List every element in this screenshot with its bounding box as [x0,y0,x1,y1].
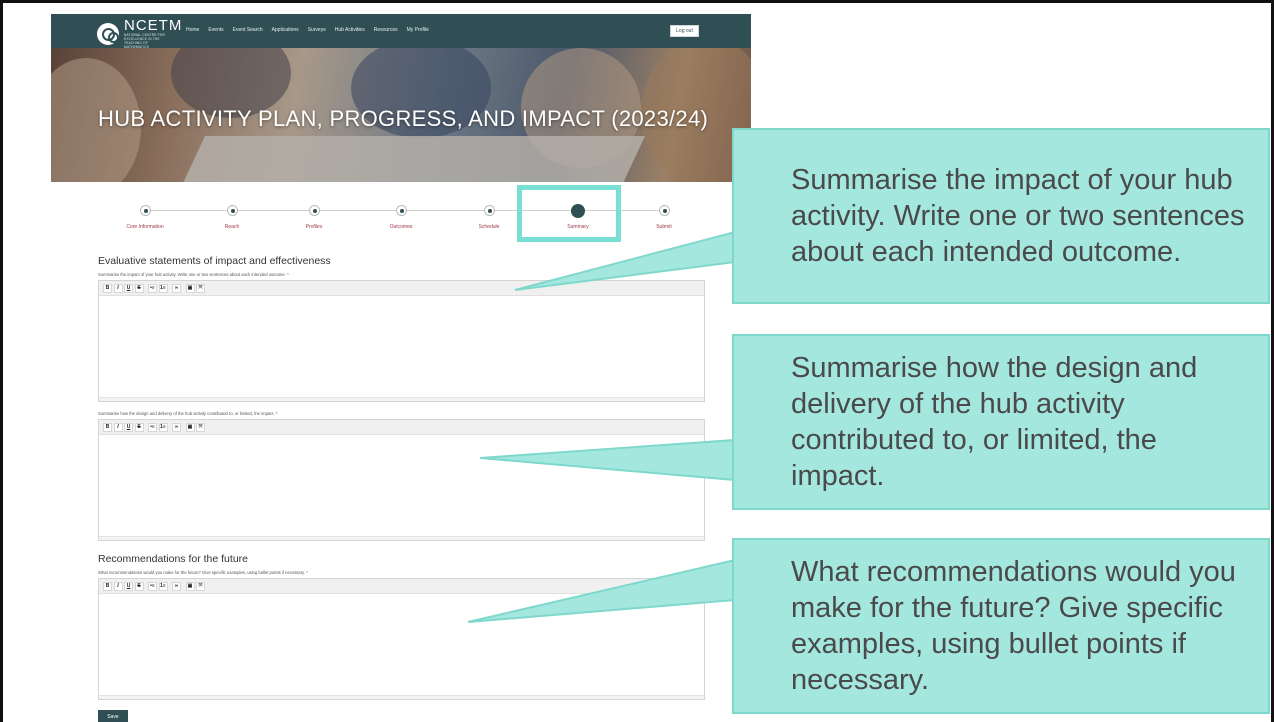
step-reach[interactable]: Reach [197,202,267,230]
step-dot-icon [658,205,670,216]
callout-impact: Summarise the impact of your hub activit… [732,128,1270,304]
step-dot-icon [139,205,151,216]
nav-link-surveys[interactable]: Surveys [308,27,326,33]
recommendations-editor[interactable]: B I U S •≡ 1≡ ∞ ▣ ⤧ [98,578,705,700]
callout-design-delivery: Summarise how the design and delivery of… [732,334,1270,510]
bold-icon[interactable]: B [103,422,112,432]
step-profiles[interactable]: Profiles [279,202,349,230]
italic-icon[interactable]: I [113,422,123,432]
ncetm-page: NCETM NATIONAL CENTRE FOR EXCELLENCE IN … [51,14,751,722]
design-editor[interactable]: B I U S •≡ 1≡ ∞ ▣ ⤧ [98,419,705,541]
bullet-list-icon[interactable]: •≡ [148,422,157,432]
document-icon[interactable]: ▣ [185,283,195,293]
impact-field-label: Summarise the impact of your hub activit… [98,272,289,277]
nav-link-hub-activities[interactable]: Hub Activities [335,27,365,33]
resize-handle[interactable] [99,397,704,401]
bold-icon[interactable]: B [103,581,112,591]
underline-icon[interactable]: U [124,283,133,293]
strikethrough-icon[interactable]: S [134,581,144,591]
expand-icon[interactable]: ⤧ [196,422,205,432]
step-dot-icon [308,205,320,216]
hero-banner: HUB ACTIVITY PLAN, PROGRESS, AND IMPACT … [51,48,751,182]
underline-icon[interactable]: U [124,422,133,432]
nav-link-applications[interactable]: Applications [272,27,299,33]
top-navigation: NCETM NATIONAL CENTRE FOR EXCELLENCE IN … [51,14,751,49]
document-icon[interactable]: ▣ [185,581,195,591]
bullet-list-icon[interactable]: •≡ [148,283,157,293]
nav-link-my-profile[interactable]: My Profile [407,27,429,33]
nav-link-events[interactable]: Events [208,27,223,33]
step-dot-icon [226,205,238,216]
strikethrough-icon[interactable]: S [134,283,144,293]
page-title: HUB ACTIVITY PLAN, PROGRESS, AND IMPACT … [98,106,709,131]
evaluative-heading: Evaluative statements of impact and effe… [98,255,331,267]
resize-handle[interactable] [99,536,704,540]
numbered-list-icon[interactable]: 1≡ [158,422,168,432]
summary-step-highlight [517,185,621,242]
recommendations-heading: Recommendations for the future [98,553,248,565]
nav-link-event-search[interactable]: Event Search [233,27,263,33]
nav-links: Home Events Event Search Applications Su… [186,27,438,33]
logo-icon [97,22,119,45]
bold-icon[interactable]: B [103,283,112,293]
editor-toolbar: B I U S •≡ 1≡ ∞ ▣ ⤧ [99,579,704,594]
step-schedule[interactable]: Schedule [454,202,524,230]
logo-name: NCETM [124,17,183,34]
expand-icon[interactable]: ⤧ [196,581,205,591]
step-core-information[interactable]: Core Information [110,202,180,230]
numbered-list-icon[interactable]: 1≡ [158,283,168,293]
expand-icon[interactable]: ⤧ [196,283,205,293]
link-icon[interactable]: ∞ [172,283,181,293]
bullet-list-icon[interactable]: •≡ [148,581,157,591]
step-submit[interactable]: Submit [629,202,699,230]
strikethrough-icon[interactable]: S [134,422,144,432]
impact-editor[interactable]: B I U S •≡ 1≡ ∞ ▣ ⤧ [98,280,705,402]
step-dot-icon [483,205,495,216]
link-icon[interactable]: ∞ [172,581,181,591]
progress-steps: Core Information Reach Profiles Outcomes… [51,202,751,242]
step-outcomes[interactable]: Outcomes [366,202,436,230]
resize-handle[interactable] [99,695,704,699]
editor-toolbar: B I U S •≡ 1≡ ∞ ▣ ⤧ [99,420,704,435]
italic-icon[interactable]: I [113,283,123,293]
nav-link-resources[interactable]: Resources [374,27,398,33]
logout-button[interactable]: Log out [670,25,699,37]
link-icon[interactable]: ∞ [172,422,181,432]
italic-icon[interactable]: I [113,581,123,591]
callout-recommendations: What recommendations would you make for … [732,538,1270,714]
logo-subtitle: NATIONAL CENTRE FOR EXCELLENCE IN THE TE… [124,33,165,49]
nav-link-home[interactable]: Home [186,27,199,33]
ncetm-logo[interactable]: NCETM NATIONAL CENTRE FOR EXCELLENCE IN … [97,18,182,49]
design-field-label: Summarise how the design and delivery of… [98,411,278,416]
recommendations-field-label: What recommendations would you make for … [98,570,308,575]
numbered-list-icon[interactable]: 1≡ [158,581,168,591]
document-icon[interactable]: ▣ [185,422,195,432]
save-button[interactable]: Save [98,710,128,722]
step-dot-icon [395,205,407,216]
underline-icon[interactable]: U [124,581,133,591]
editor-toolbar: B I U S •≡ 1≡ ∞ ▣ ⤧ [99,281,704,296]
